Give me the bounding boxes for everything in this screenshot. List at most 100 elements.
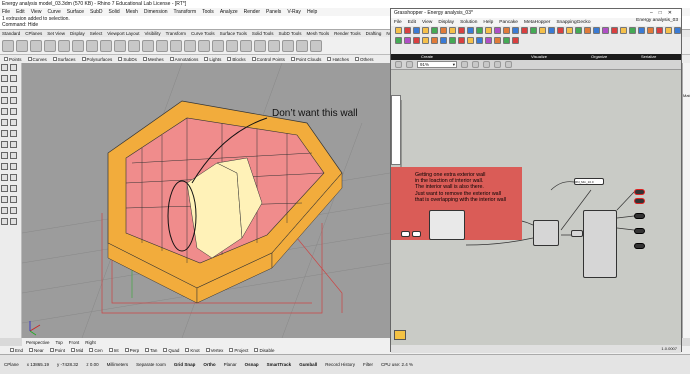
menu-dimension[interactable]: Dimension <box>144 9 168 15</box>
component-icon[interactable] <box>619 27 627 34</box>
component-icon[interactable] <box>655 27 663 34</box>
filter-meshes[interactable]: Meshes <box>142 57 164 62</box>
component-icon[interactable] <box>511 37 519 44</box>
filter-lights[interactable]: Lights <box>204 57 221 62</box>
panel-component[interactable] <box>391 95 401 165</box>
component-icon[interactable] <box>556 27 564 34</box>
gumball-button[interactable]: Gumball <box>299 362 317 367</box>
split-tool-icon[interactable] <box>10 163 17 170</box>
component-icon[interactable] <box>412 27 420 34</box>
ortho-button[interactable]: Ortho <box>203 362 215 367</box>
component-icon[interactable] <box>466 37 474 44</box>
record-history-button[interactable]: Record History <box>325 362 355 367</box>
toggle-false-button[interactable] <box>401 231 410 237</box>
dimension-tool-icon[interactable] <box>10 218 17 225</box>
perspective-viewport[interactable]: Don’t want this wall <box>22 63 390 338</box>
menu-analyze[interactable]: Analyze <box>220 9 238 15</box>
print-icon[interactable] <box>44 39 56 52</box>
component-icon[interactable] <box>610 27 618 34</box>
component-icon[interactable] <box>538 27 546 34</box>
component-icon[interactable] <box>664 27 672 34</box>
gh-menu-pancake[interactable]: Pancake <box>499 20 518 25</box>
mesh-tool-icon[interactable] <box>1 152 8 159</box>
window-controls[interactable]: –□✕ <box>650 9 678 18</box>
viewport-icon[interactable] <box>198 39 210 52</box>
help-icon[interactable] <box>310 39 322 52</box>
component-icon[interactable] <box>421 27 429 34</box>
tab-select[interactable]: Select <box>90 31 103 36</box>
tab-set-view[interactable]: Set View <box>47 31 65 36</box>
preview-toggle[interactable] <box>634 243 645 249</box>
osnap-tan[interactable]: Tan <box>145 348 157 353</box>
menu-view[interactable]: View <box>31 9 42 15</box>
solver-component[interactable] <box>533 220 559 246</box>
component-icon[interactable] <box>394 27 402 34</box>
component-icon[interactable] <box>547 27 555 34</box>
component-icon[interactable] <box>457 37 465 44</box>
menu-transform[interactable]: Transform <box>174 9 197 15</box>
menu-subd[interactable]: SubD <box>90 9 103 15</box>
gh-menu-solution[interactable]: Solution <box>460 20 477 25</box>
filter-hatches[interactable]: Hatches <box>327 57 349 62</box>
component-icon[interactable] <box>403 37 411 44</box>
filter-points[interactable]: Points <box>4 57 22 62</box>
osnap-mid[interactable]: Mid <box>71 348 83 353</box>
osnap-button[interactable]: Osnap <box>245 362 259 367</box>
component-icon[interactable] <box>574 27 582 34</box>
component-icon[interactable] <box>502 37 510 44</box>
toggle-true-button[interactable] <box>412 231 421 237</box>
wire-display-icon[interactable] <box>494 61 501 68</box>
scale-tool-icon[interactable] <box>10 196 17 203</box>
options-icon[interactable] <box>296 39 308 52</box>
line-tool-icon[interactable] <box>1 75 8 82</box>
osnap-int[interactable]: Int <box>108 348 119 353</box>
osnap-vertex[interactable]: Vertex <box>205 348 223 353</box>
copy-icon[interactable] <box>72 39 84 52</box>
component-icon[interactable] <box>583 27 591 34</box>
select-icon[interactable] <box>184 39 196 52</box>
surface-tool-icon[interactable] <box>1 130 8 137</box>
osnap-perp[interactable]: Perp <box>124 348 139 353</box>
zoom-icon[interactable] <box>142 39 154 52</box>
component-icon[interactable] <box>448 37 456 44</box>
bake-icon[interactable] <box>505 61 512 68</box>
component-icon[interactable] <box>673 27 681 34</box>
energy-component[interactable] <box>429 210 465 240</box>
filter-others[interactable]: Others <box>354 57 373 62</box>
component-icon[interactable] <box>493 27 501 34</box>
gh-menu-edit[interactable]: Edit <box>408 20 416 25</box>
filter-subds[interactable]: SubDs <box>118 57 137 62</box>
open-file-icon[interactable] <box>16 39 28 52</box>
filter-control-points[interactable]: Control Points <box>251 57 285 62</box>
status-units[interactable]: Millimeters <box>107 362 129 367</box>
menu-panels[interactable]: Panels <box>266 9 281 15</box>
viewport-tab-front[interactable]: Front <box>69 340 80 345</box>
point-tool-icon[interactable] <box>10 64 17 71</box>
extrude-tool-icon[interactable] <box>10 130 17 137</box>
save-icon[interactable] <box>406 61 413 68</box>
layer-icon[interactable] <box>240 39 252 52</box>
gh-menu-metahopper[interactable]: MetaHopper <box>524 20 550 25</box>
preview-toggle[interactable] <box>634 213 645 219</box>
menu-file[interactable]: File <box>2 9 10 15</box>
gh-menu-help[interactable]: Help <box>483 20 493 25</box>
rotate-tool-icon[interactable] <box>1 196 8 203</box>
component-icon[interactable] <box>430 27 438 34</box>
undo-icon[interactable] <box>100 39 112 52</box>
shade-icon[interactable] <box>254 39 266 52</box>
zoom-extents-icon[interactable] <box>156 39 168 52</box>
filter-point-clouds[interactable]: Point Clouds <box>290 57 321 62</box>
component-icon[interactable] <box>565 27 573 34</box>
paste-icon[interactable] <box>86 39 98 52</box>
rotate-view-icon[interactable] <box>128 39 140 52</box>
gh-menu-display[interactable]: Display <box>438 20 454 25</box>
menu-curve[interactable]: Curve <box>47 9 60 15</box>
tab-drafting[interactable]: Drafting <box>366 31 382 36</box>
filter-blocks[interactable]: Blocks <box>227 57 246 62</box>
component-icon[interactable] <box>493 37 501 44</box>
osnap-disable[interactable]: Disable <box>254 348 274 353</box>
preview-icon[interactable] <box>472 61 479 68</box>
menu-vray[interactable]: V-Ray <box>287 9 301 15</box>
grid-snap-button[interactable]: Grid Snap <box>174 362 196 367</box>
menu-surface[interactable]: Surface <box>67 9 84 15</box>
